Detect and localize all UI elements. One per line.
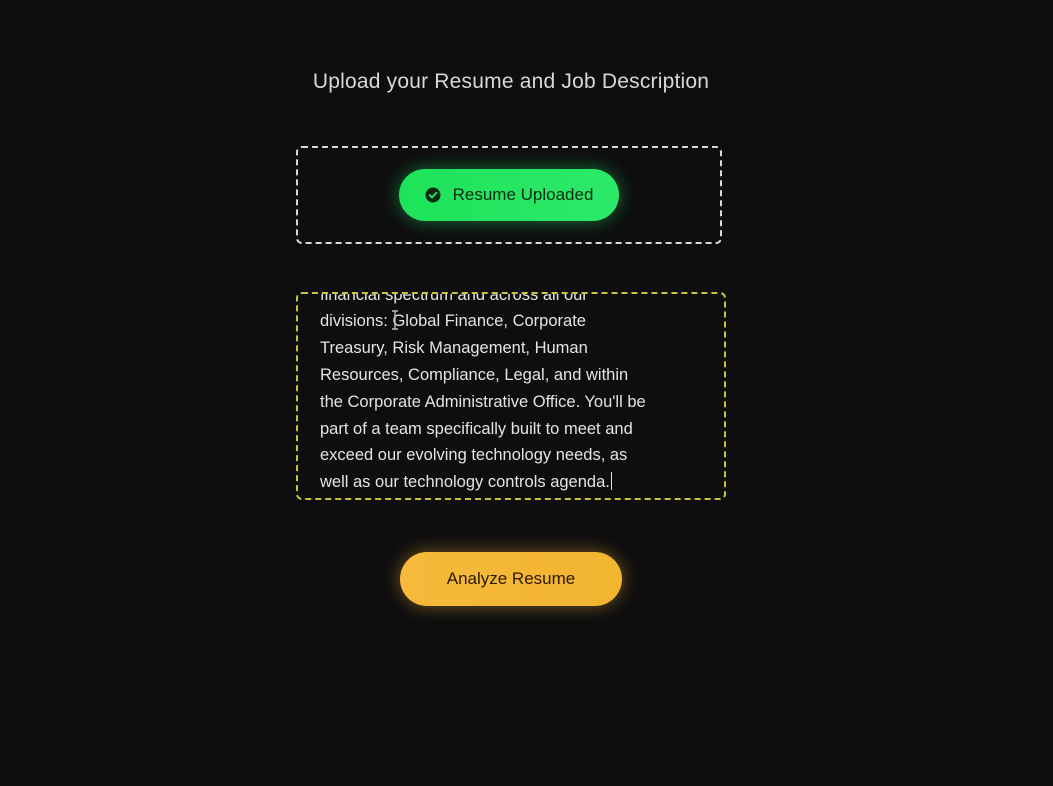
check-circle-icon — [425, 187, 441, 203]
job-description-textarea[interactable]: financial spectrum and across all our di… — [296, 292, 726, 500]
resume-analyzer-page: Upload your Resume and Job Description R… — [0, 0, 1053, 786]
resume-upload-dropzone[interactable]: Resume Uploaded — [296, 146, 722, 244]
page-title: Upload your Resume and Job Description — [312, 70, 710, 93]
resume-uploaded-button[interactable]: Resume Uploaded — [398, 169, 620, 221]
text-caret — [610, 472, 612, 491]
analyze-resume-button[interactable]: Analyze Resume — [400, 552, 622, 606]
resume-uploaded-label: Resume Uploaded — [452, 185, 594, 204]
text-cursor-icon — [390, 310, 400, 330]
job-description-text: financial spectrum and across all our di… — [320, 292, 646, 492]
